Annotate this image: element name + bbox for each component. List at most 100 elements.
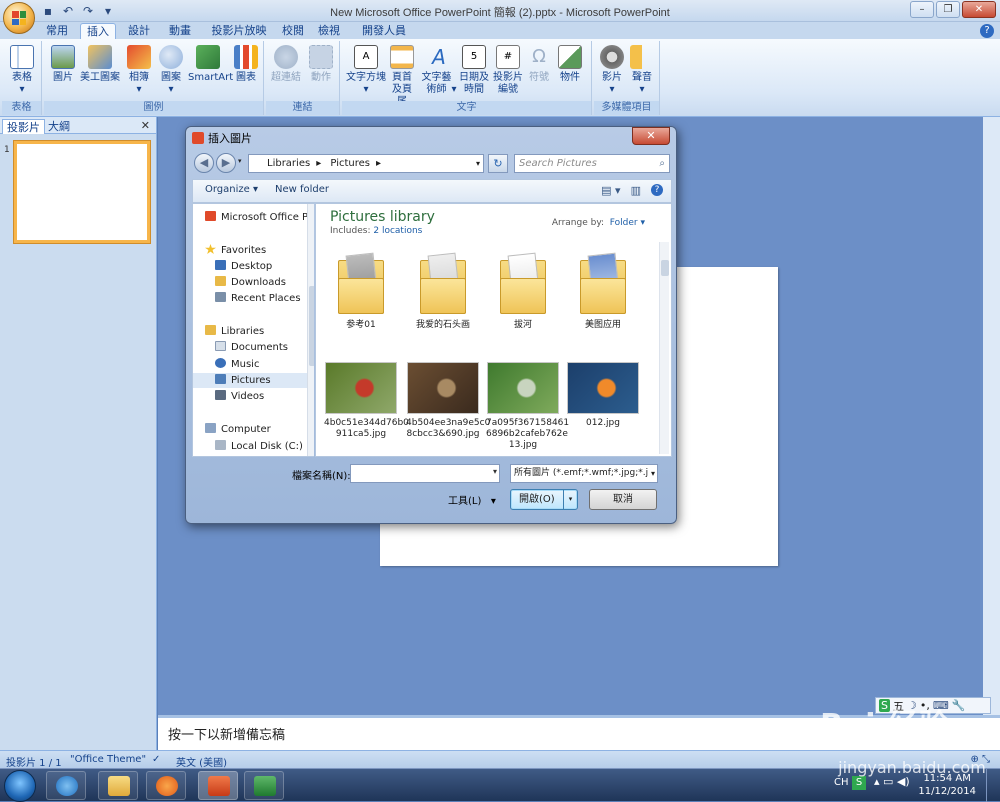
navigation-scroll-thumb[interactable] [309,286,314,366]
picture-button[interactable]: 圖片 [50,45,76,84]
sound-button[interactable]: 聲音 ▾ [628,45,656,96]
tab-design[interactable]: 設計 [122,23,156,39]
nav-local-disk[interactable]: Local Disk (C:) [215,439,303,454]
office-icon [205,211,216,221]
tab-animations[interactable]: 動畫 [162,23,198,39]
library-locations-link[interactable]: 2 locations [373,226,422,236]
breadcrumb-libraries[interactable]: Libraries [267,158,310,169]
taskbar-powerpoint[interactable] [198,771,238,800]
file-list-scroll-thumb[interactable] [661,260,669,276]
tools-button[interactable]: 工具(L) ▾ [448,492,496,507]
taskbar-ie[interactable] [46,771,86,800]
photo-item[interactable]: 7a095f367158461 6896b2cafeb762e 13.jpg [486,362,569,451]
nav-music[interactable]: Music [215,357,259,372]
folder-icon [578,252,628,316]
nav-computer[interactable]: Computer [205,422,271,437]
folder-item[interactable]: 拔河 [486,252,560,331]
help-icon[interactable]: ? [980,24,994,38]
address-bar[interactable]: Libraries ▸ Pictures ▸ ▾ [248,154,484,173]
nav-documents[interactable]: Documents [215,340,288,355]
folder-item[interactable]: 参考01 [324,252,398,331]
back-button[interactable]: ◀ [194,153,214,173]
start-button[interactable] [4,770,36,802]
object-button[interactable]: 物件 [556,45,584,84]
photo-item[interactable]: 4b0c51e344d76b0 911ca5.jpg [324,362,409,440]
tab-slides[interactable]: 投影片 [2,119,45,134]
photo-album-button[interactable]: 相簿 ▾ [124,45,154,96]
close-button[interactable]: ✕ [962,1,996,18]
nav-videos[interactable]: Videos [215,389,264,404]
slide-thumbnail[interactable] [14,141,150,243]
date-time-button[interactable]: 5 日期及時間 [458,45,490,96]
symbol-button[interactable]: Ω 符號 [526,45,552,84]
tab-outline[interactable]: 大綱 [44,119,74,134]
nav-downloads[interactable]: Downloads [215,275,286,290]
office-button[interactable] [3,2,35,34]
dialog-close-button[interactable]: ✕ [632,127,670,145]
tab-insert[interactable]: 插入 [80,23,116,39]
taskbar-explorer[interactable] [98,771,138,800]
table-button[interactable]: 表格 ▾ [6,45,38,96]
sogou-tray-icon[interactable]: S [852,776,866,790]
hyperlink-button[interactable]: 超連結 [270,45,302,84]
help-icon[interactable]: ? [651,184,663,196]
minimize-button[interactable]: – [910,1,934,18]
nav-desktop[interactable]: Desktop [215,259,272,274]
restore-button[interactable]: ❐ [936,1,960,18]
nav-pictures[interactable]: Pictures [193,373,307,388]
input-language[interactable]: CH [834,777,849,788]
recent-locations-icon[interactable]: ▾ [238,157,242,165]
show-desktop-button[interactable] [986,769,998,802]
filetype-select[interactable]: 所有圖片 (*.emf;*.wmf;*.jpg;*.j ▾ [510,464,658,483]
address-dropdown-icon[interactable]: ▾ [476,155,480,172]
arrange-by-dropdown[interactable]: Folder ▾ [610,218,645,228]
navigation-scrollbar[interactable] [307,204,314,456]
panel-close-icon[interactable]: ✕ [141,119,150,132]
filename-input[interactable]: ▾ [350,464,500,483]
filename-dropdown-icon[interactable]: ▾ [493,467,497,476]
chart-button[interactable]: 圖表 [232,45,260,84]
spellcheck-icon[interactable]: ✓ [152,754,160,765]
tab-review[interactable]: 校閱 [278,23,308,39]
cancel-button[interactable]: 取消 [589,489,657,510]
taskbar-media-player[interactable] [146,771,186,800]
breadcrumb-pictures[interactable]: Pictures [330,158,370,169]
clock-date: 11/12/2014 [918,786,976,797]
vertical-scrollbar[interactable] [983,117,1000,715]
photo-item[interactable]: 4b504ee3na9e5c0 8cbcc3&690.jpg [406,362,490,440]
file-list-scrollbar[interactable] [659,242,669,454]
nav-favorites[interactable]: Favorites [205,243,266,258]
shapes-button[interactable]: 圖案 ▾ [158,45,184,96]
slide-number-button[interactable]: # 投影片編號 [492,45,524,96]
organize-button[interactable]: Organize ▾ [205,184,258,195]
smartart-button[interactable]: SmartArt [188,45,233,84]
search-input[interactable]: Search Pictures ⌕ [514,154,670,173]
nav-office-favorites[interactable]: Microsoft Office Po [205,210,314,225]
open-button[interactable]: 開啟(O) ▾ [510,489,578,510]
nav-recent-places[interactable]: Recent Places [215,291,301,306]
nav-libraries[interactable]: Libraries [205,324,264,339]
tab-view[interactable]: 檢視 [314,23,344,39]
ime-settings-icon[interactable]: 🔧 [952,699,966,712]
file-list: Pictures library Includes: 2 locations A… [315,203,672,457]
action-button[interactable]: 動作 [306,45,336,84]
movie-button[interactable]: 影片 ▾ [598,45,626,96]
open-dropdown-icon[interactable]: ▾ [563,490,577,509]
language-indicator[interactable]: 英文 (美國) [176,754,227,769]
clipart-button[interactable]: 美工圖案 [80,45,120,84]
wordart-button[interactable]: A 文字藝術師 ▾ [420,45,458,96]
textbox-button[interactable]: A 文字方塊 ▾ [346,45,386,96]
new-folder-button[interactable]: New folder [275,184,329,195]
tab-developer[interactable]: 開發人員 [358,23,410,39]
tab-home[interactable]: 常用 [40,23,74,39]
folder-item[interactable]: 美图应用 [566,252,640,331]
refresh-button[interactable]: ↻ [488,154,508,173]
header-footer-button[interactable]: 頁首及頁尾 [386,45,418,108]
folder-item[interactable]: 我爱的石头画 [406,252,480,331]
taskbar-excel[interactable] [244,771,284,800]
tab-slideshow[interactable]: 投影片放映 [206,23,272,39]
preview-pane-icon[interactable]: ▥ [631,184,641,197]
forward-button[interactable]: ▶ [216,153,236,173]
photo-item[interactable]: 012.jpg [566,362,640,429]
change-view-icon[interactable]: ▤ ▾ [601,184,620,197]
